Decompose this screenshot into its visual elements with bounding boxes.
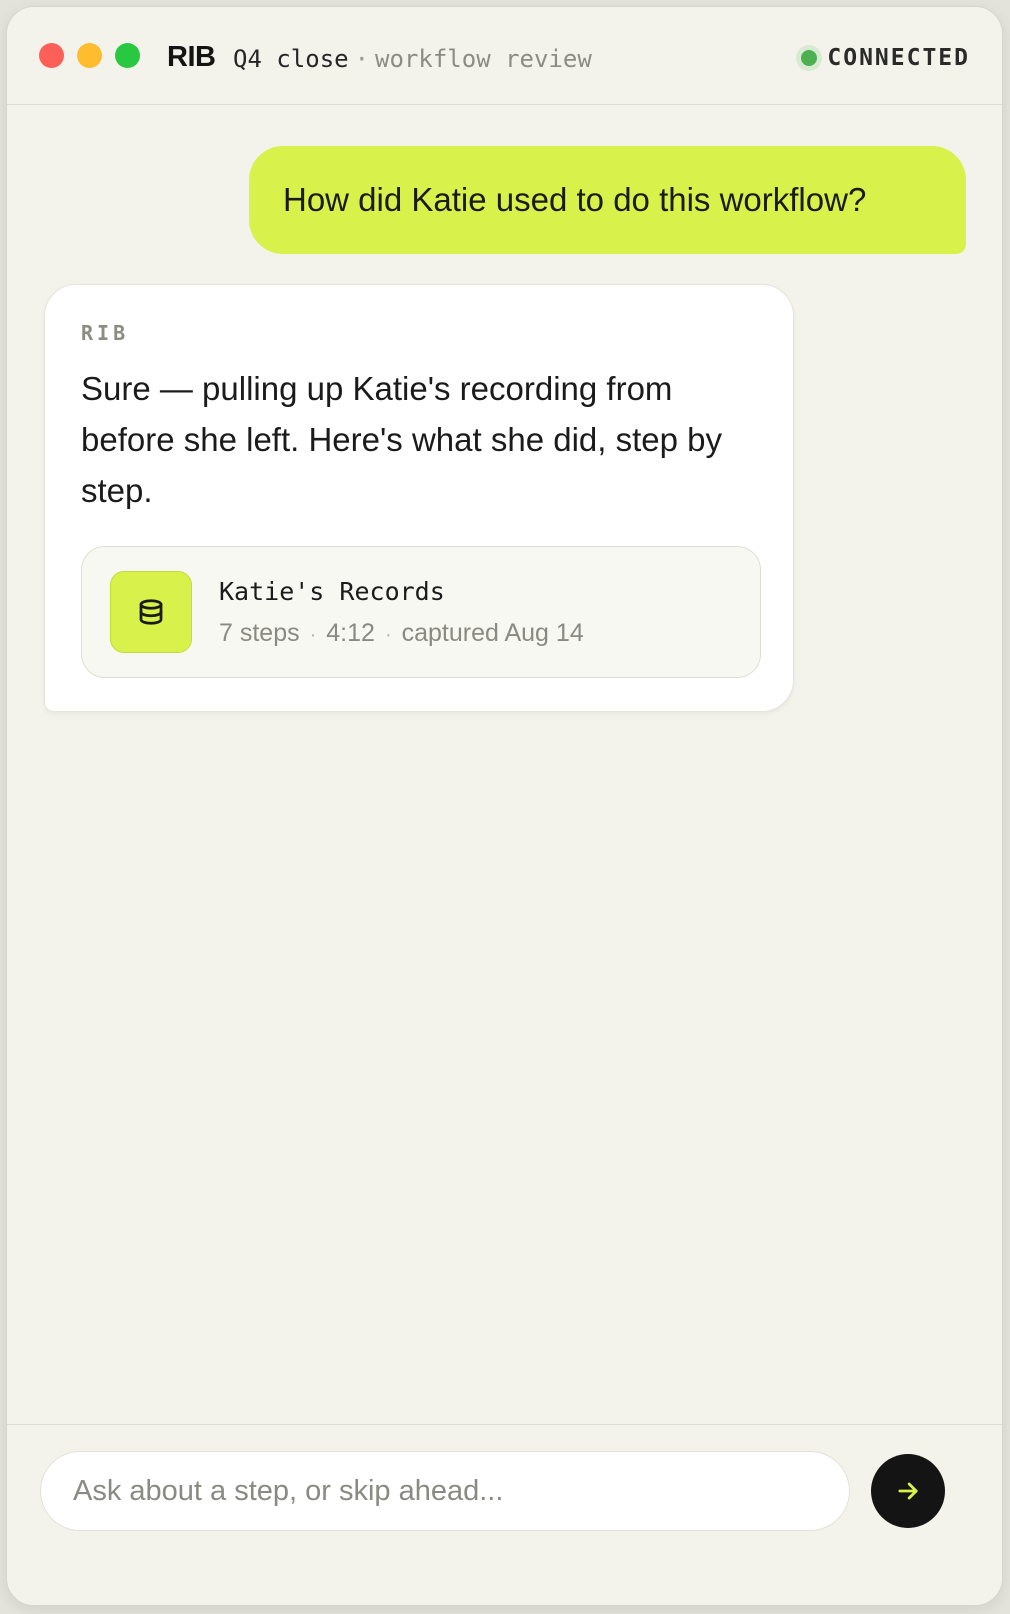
- composer-bar: [7, 1424, 1002, 1605]
- recording-steps: 7 steps: [219, 619, 300, 647]
- user-message-text: How did Katie used to do this workflow?: [283, 181, 867, 218]
- session-title: Q4 close: [233, 45, 349, 73]
- send-button[interactable]: [871, 1454, 945, 1528]
- recording-captured-date: captured Aug 14: [401, 619, 584, 647]
- chat-window: RIB Q4 close · workflow review CONNECTED H…: [6, 6, 1003, 1606]
- recording-duration: 4:12: [326, 619, 375, 647]
- title-bar: RIB Q4 close · workflow review CONNECTED: [7, 7, 1002, 105]
- database-icon: [110, 571, 192, 653]
- arrow-right-icon: [898, 1482, 918, 1500]
- recording-meta: 7 steps · 4:12 · captured Aug 14: [219, 619, 584, 648]
- assistant-message-text: Sure — pulling up Katie's recording from…: [81, 370, 722, 509]
- status-dot-icon: [801, 50, 818, 66]
- connection-status: CONNECTED: [801, 45, 970, 71]
- brand-name: RIB: [167, 41, 216, 73]
- title-separator: ·: [354, 45, 370, 73]
- minimize-window-button[interactable]: [77, 43, 102, 68]
- status-text: CONNECTED: [827, 45, 970, 71]
- recording-attachment-card[interactable]: Katie's Records 7 steps · 4:12 · captured Au…: [81, 546, 761, 678]
- user-message: How did Katie used to do this workflow?: [249, 146, 966, 254]
- session-subtitle: workflow review: [375, 45, 592, 73]
- maximize-window-button[interactable]: [115, 43, 140, 68]
- assistant-sender-label: RIB: [81, 321, 130, 345]
- window-title: Q4 close · workflow review: [233, 45, 592, 73]
- meta-separator: ·: [384, 624, 392, 646]
- close-window-button[interactable]: [39, 43, 64, 68]
- recording-title: Katie's Records: [219, 577, 445, 606]
- message-input[interactable]: [40, 1451, 850, 1531]
- assistant-message: RIB Sure — pulling up Katie's recording …: [44, 284, 794, 712]
- meta-separator: ·: [309, 624, 317, 646]
